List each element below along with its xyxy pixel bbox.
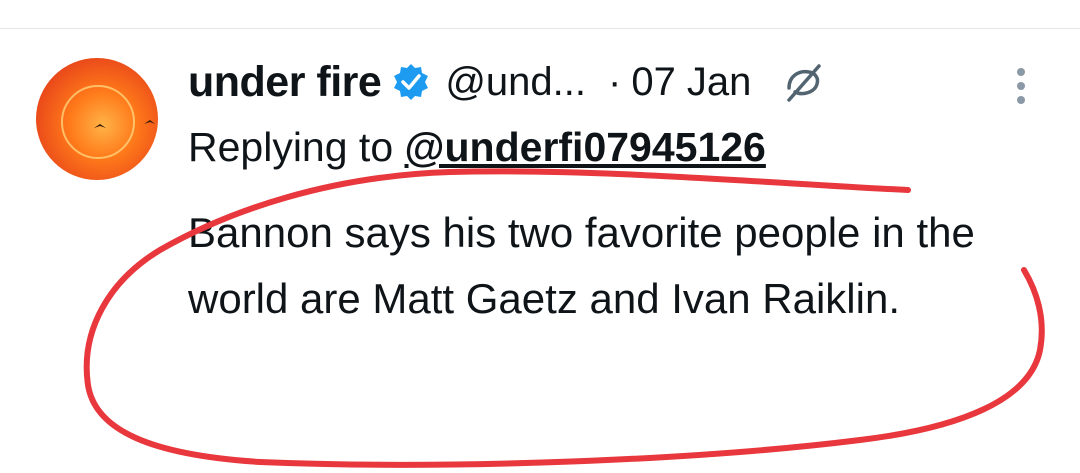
tweet-date[interactable]: 07 Jan <box>631 60 751 105</box>
reply-mention-link[interactable]: @underfi07945126 <box>405 124 766 170</box>
more-vertical-icon[interactable] <box>1006 62 1036 110</box>
separator-dot: · <box>608 59 622 104</box>
tweet-header: under fire @und... · 07 Jan <box>188 52 825 112</box>
verified-badge-icon <box>391 62 431 102</box>
tweet-text: Bannon says his two favorite people in t… <box>188 209 975 322</box>
reply-prefix: Replying to <box>188 124 394 170</box>
user-handle[interactable]: @und... <box>445 60 586 105</box>
grok-slash-icon[interactable] <box>781 60 825 104</box>
avatar[interactable] <box>36 58 158 180</box>
replying-to-line: Replying to @underfi07945126 <box>188 124 766 171</box>
top-divider <box>0 28 1080 29</box>
display-name[interactable]: under fire <box>188 58 382 107</box>
